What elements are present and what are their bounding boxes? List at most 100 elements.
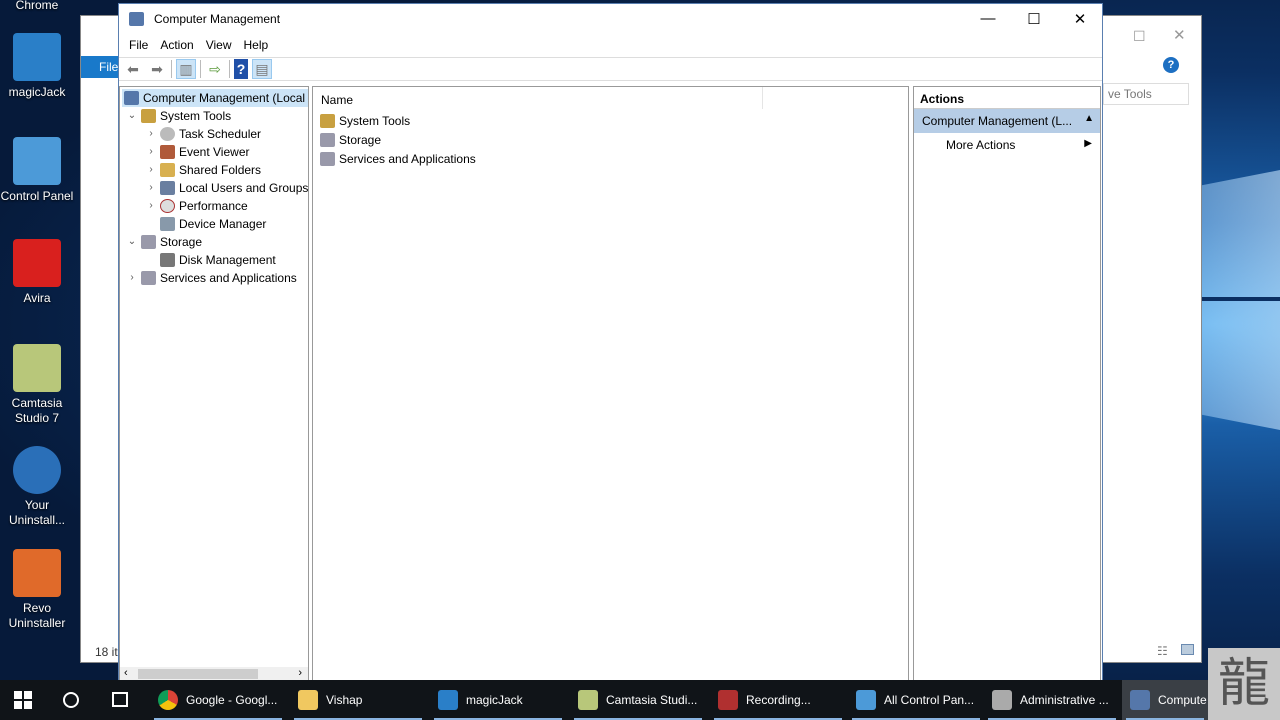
computer-management-icon <box>1130 690 1150 710</box>
tree-label: Local Users and Groups <box>179 181 309 195</box>
help-icon[interactable]: ? <box>234 59 248 79</box>
scroll-left-icon[interactable]: ‹ <box>124 667 128 679</box>
tree-label: Task Scheduler <box>179 127 262 141</box>
tree-item-services-apps[interactable]: › Services and Applications <box>125 269 297 287</box>
taskbar-item-administrative-tools[interactable]: Administrative ... <box>984 680 1120 720</box>
taskbar-item-chrome[interactable]: Google - Googl... <box>150 680 286 720</box>
tree-item-device-manager[interactable]: Device Manager <box>158 215 266 233</box>
taskbar-label: Recording... <box>746 693 811 707</box>
tools-icon <box>320 114 335 128</box>
chevron-right-icon[interactable]: › <box>144 197 158 215</box>
desktop-icon-control-panel[interactable]: Control Panel <box>0 137 74 204</box>
show-hide-console-tree-icon[interactable]: ▥ <box>176 59 196 79</box>
icon-label: Avira <box>23 291 51 305</box>
list-item[interactable]: Storage <box>318 131 381 149</box>
chevron-right-icon[interactable]: › <box>144 143 158 161</box>
tree-root[interactable]: Computer Management (Local <box>122 89 308 107</box>
taskbar-item-control-panel[interactable]: All Control Pan... <box>848 680 984 720</box>
more-actions-item[interactable]: More Actions ▶ <box>914 133 1100 157</box>
start-button[interactable] <box>14 691 32 709</box>
details-view-icon[interactable]: ☷ <box>1157 644 1168 658</box>
tree-item-performance[interactable]: › Performance <box>144 197 248 215</box>
scrollbar-thumb[interactable] <box>138 669 258 679</box>
control-panel-icon <box>856 690 876 710</box>
menu-help[interactable]: Help <box>238 38 275 52</box>
tree-item-local-users[interactable]: › Local Users and Groups <box>144 179 308 197</box>
taskbar-label: Compute <box>1158 693 1207 707</box>
column-header-name[interactable]: Name <box>313 87 763 109</box>
list-item-label: Storage <box>339 133 382 147</box>
desktop-icon-revo[interactable]: Revo Uninstaller <box>0 549 74 631</box>
maximize-button[interactable]: ☐ <box>1011 4 1057 33</box>
desktop-icon-your-uninstaller[interactable]: Your Uninstall... <box>0 446 74 528</box>
results-pane[interactable]: Name System Tools Storage Services and A… <box>312 86 909 682</box>
forward-arrow-icon[interactable]: ➡ <box>147 59 167 79</box>
tree-item-disk-management[interactable]: Disk Management <box>158 251 276 269</box>
chevron-right-icon[interactable]: › <box>144 179 158 197</box>
menu-view[interactable]: View <box>200 38 238 52</box>
toolbar-separator <box>171 60 172 78</box>
taskbar-item-computer-management[interactable]: Compute <box>1122 680 1208 720</box>
tree-item-task-scheduler[interactable]: › Task Scheduler <box>144 125 261 143</box>
taskbar-label: Administrative ... <box>1020 693 1109 707</box>
taskbar-item-magicjack[interactable]: magicJack <box>430 680 566 720</box>
desktop-icon-camtasia[interactable]: Camtasia Studio 7 <box>0 344 74 426</box>
console-tree[interactable]: Computer Management (Local ⌄ System Tools… <box>119 86 309 682</box>
more-actions-label: More Actions <box>946 138 1016 152</box>
bg-close-icon[interactable]: ✕ <box>1173 26 1186 44</box>
computer-management-window[interactable]: Computer Management — ☐ ✕ File Action Vi… <box>118 3 1103 683</box>
tree-item-shared-folders[interactable]: › Shared Folders <box>144 161 261 179</box>
chevron-right-icon[interactable]: › <box>144 125 158 143</box>
desktop-icon-avira[interactable]: Avira <box>0 239 74 306</box>
avira-icon <box>13 239 61 287</box>
tree-label: Event Viewer <box>179 145 250 159</box>
taskbar-label: magicJack <box>466 693 523 707</box>
collapse-up-icon[interactable]: ▲ <box>1084 113 1094 124</box>
users-icon <box>160 181 175 195</box>
menu-action[interactable]: Action <box>154 38 199 52</box>
taskbar-item-vishap[interactable]: Vishap <box>290 680 426 720</box>
list-item[interactable]: System Tools <box>318 112 410 130</box>
tree-label: Shared Folders <box>179 163 262 177</box>
show-hide-action-pane-icon[interactable]: ▤ <box>252 59 272 79</box>
search-input[interactable]: ve Tools <box>1103 83 1189 105</box>
tree-label: Performance <box>179 199 248 213</box>
menu-file[interactable]: File <box>123 38 154 52</box>
horizontal-scrollbar[interactable]: ‹ › <box>120 667 308 681</box>
desktop-icon-magicjack[interactable]: magicJack <box>0 33 74 100</box>
help-icon[interactable]: ? <box>1163 57 1179 73</box>
performance-icon <box>160 199 175 213</box>
actions-pane: Actions Computer Management (L... ▲ More … <box>913 86 1101 682</box>
search-cortana-icon[interactable] <box>63 692 79 708</box>
minimize-button[interactable]: — <box>965 4 1011 33</box>
taskbar-item-recording[interactable]: Recording... <box>710 680 846 720</box>
storage-icon <box>320 133 335 147</box>
taskbar-label: Camtasia Studi... <box>606 693 698 707</box>
tree-item-storage[interactable]: ⌄ Storage <box>125 233 202 251</box>
task-view-icon[interactable] <box>112 692 128 707</box>
tree-item-event-viewer[interactable]: › Event Viewer <box>144 143 249 161</box>
ribbon-file-tab[interactable]: File <box>81 56 121 78</box>
close-button[interactable]: ✕ <box>1057 4 1103 33</box>
bg-maximize-icon[interactable]: ☐ <box>1133 28 1146 45</box>
chevron-down-icon[interactable]: ⌄ <box>125 233 139 251</box>
title-bar[interactable]: Computer Management — ☐ ✕ <box>119 4 1102 33</box>
export-list-icon[interactable]: ⇨ <box>205 59 225 79</box>
icon-label: Chrome <box>15 0 59 12</box>
icon-label: Camtasia Studio 7 <box>11 396 63 425</box>
chevron-down-icon[interactable]: ⌄ <box>125 107 139 125</box>
chevron-right-icon[interactable]: › <box>144 161 158 179</box>
desktop-icon-chrome[interactable]: Chrome <box>0 0 74 13</box>
storage-icon <box>141 235 156 249</box>
taskbar-item-camtasia[interactable]: Camtasia Studi... <box>570 680 706 720</box>
actions-section-computer-management[interactable]: Computer Management (L... ▲ <box>914 109 1100 133</box>
large-icons-view-icon[interactable] <box>1181 644 1194 655</box>
back-arrow-icon[interactable]: ⬅ <box>123 59 143 79</box>
shared-folder-icon <box>160 163 175 177</box>
tree-item-system-tools[interactable]: ⌄ System Tools <box>125 107 231 125</box>
list-item[interactable]: Services and Applications <box>318 150 476 168</box>
tree-label: Storage <box>160 235 203 249</box>
chevron-right-icon[interactable]: › <box>125 269 139 287</box>
scroll-right-icon[interactable]: › <box>298 667 302 679</box>
window-title: Computer Management <box>154 11 281 26</box>
